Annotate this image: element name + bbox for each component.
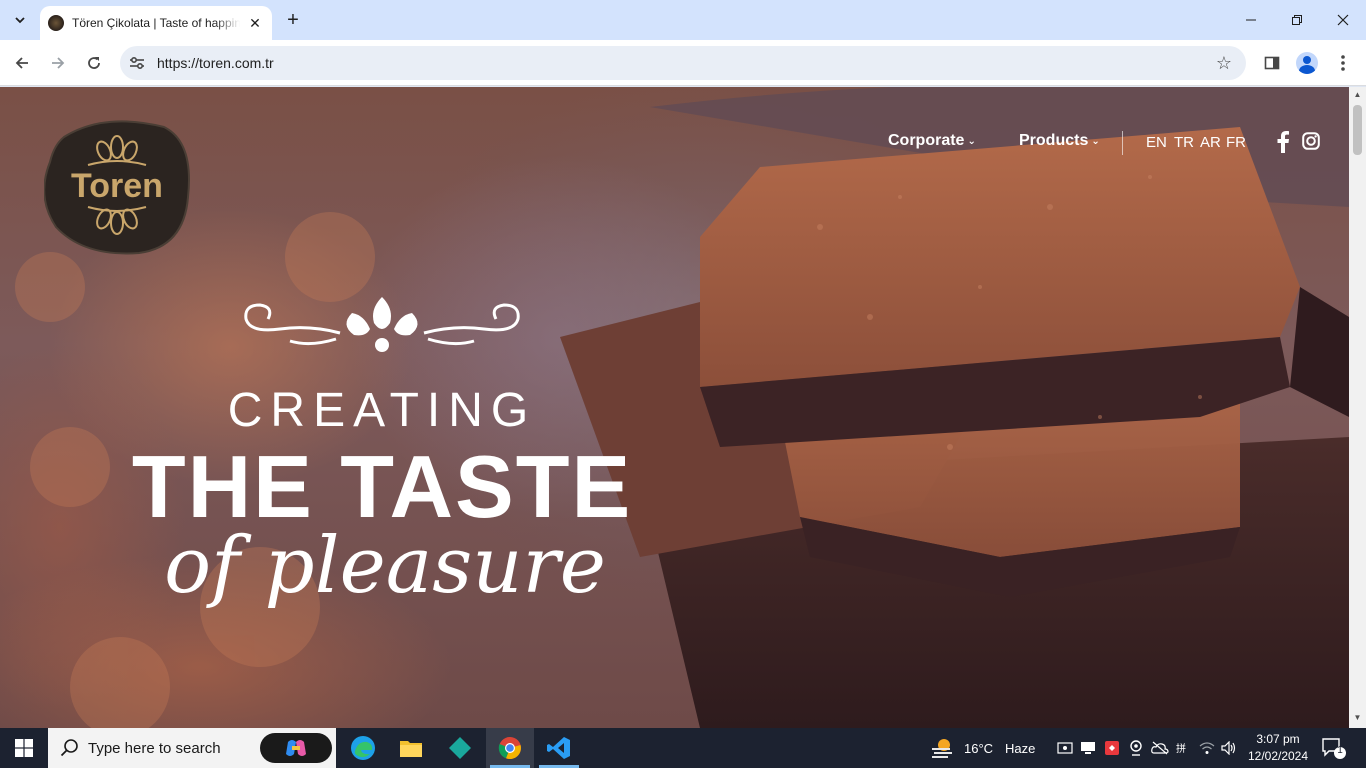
hero-line-the-taste: THE TASTE — [131, 437, 633, 536]
weather-text: Haze — [1005, 740, 1036, 756]
windows-logo-icon — [15, 739, 33, 757]
side-panel-icon — [1264, 56, 1280, 70]
copilot-button[interactable] — [260, 733, 332, 763]
tab-close-icon[interactable]: ✕ — [246, 14, 264, 32]
lang-fr[interactable]: FR — [1226, 134, 1246, 151]
system-clock[interactable]: 3:07 pm 12/02/2024 — [1240, 731, 1316, 765]
menu-button[interactable] — [1330, 50, 1356, 76]
scrollbar-thumb[interactable] — [1353, 105, 1362, 155]
edge-icon — [351, 736, 375, 760]
browser-toolbar: https://toren.com.tr ☆ — [0, 40, 1366, 86]
instagram-icon[interactable] — [1302, 132, 1320, 150]
site-info-icon[interactable] — [128, 54, 146, 72]
tab-search-button[interactable] — [8, 8, 32, 32]
svg-text:拼: 拼 — [1176, 742, 1186, 755]
onedrive-off-icon[interactable] — [1148, 741, 1172, 755]
chevron-down-icon — [15, 17, 25, 24]
nav-corporate[interactable]: Corporate ⌄ — [888, 132, 976, 150]
webcam-icon[interactable] — [1124, 740, 1148, 756]
nav-products[interactable]: Products ⌄ — [1019, 132, 1100, 150]
arrow-right-icon — [52, 57, 65, 69]
reload-button[interactable] — [80, 49, 108, 77]
input-method-icon[interactable]: 拼 — [1172, 741, 1196, 755]
profile-button[interactable] — [1294, 50, 1320, 76]
taskbar-chrome[interactable] — [486, 728, 534, 768]
back-button[interactable] — [8, 49, 36, 77]
forward-button[interactable] — [44, 49, 72, 77]
taskbar-vscode[interactable] — [535, 728, 583, 768]
nav-divider — [1122, 131, 1123, 155]
search-placeholder: Type here to search — [88, 739, 221, 757]
close-window-button[interactable] — [1320, 0, 1366, 40]
taskbar-edge[interactable] — [339, 728, 387, 768]
weather-widget[interactable]: 16°C Haze — [930, 728, 1035, 768]
site-favicon-icon — [48, 15, 64, 31]
chrome-icon — [498, 737, 521, 760]
close-icon — [1337, 14, 1349, 26]
toren-logo[interactable]: Toren — [44, 117, 190, 255]
profile-avatar-icon — [1296, 52, 1318, 74]
side-panel-button[interactable] — [1259, 50, 1285, 76]
wifi-icon[interactable] — [1196, 741, 1218, 755]
reload-icon — [88, 57, 100, 69]
more-vert-icon — [1341, 55, 1345, 71]
url-text[interactable]: https://toren.com.tr — [157, 55, 274, 71]
windows-taskbar: Type here to search 16°C Haze 拼 3:07 pm … — [0, 728, 1366, 768]
scroll-down-icon[interactable]: ▼ — [1353, 713, 1362, 722]
minimize-button[interactable] — [1228, 0, 1274, 40]
arrow-left-icon — [15, 57, 28, 69]
vscode-icon — [547, 737, 570, 759]
taskbar-app-diamond[interactable] — [436, 728, 484, 768]
meet-now-icon[interactable] — [1054, 741, 1076, 755]
hero-line-creating: CREATING — [227, 384, 537, 437]
minimize-icon — [1246, 19, 1256, 21]
nav-corporate-label: Corporate — [888, 132, 965, 149]
weather-temp: 16°C — [964, 740, 994, 756]
chevron-down-icon: ⌄ — [967, 136, 976, 147]
taskbar-file-explorer[interactable] — [387, 728, 435, 768]
notification-count: 1 — [1337, 745, 1343, 756]
address-bar[interactable]: https://toren.com.tr ☆ — [120, 46, 1246, 80]
new-tab-button[interactable]: + — [282, 8, 304, 32]
hero-ornament-icon — [244, 297, 520, 352]
search-icon — [60, 739, 78, 757]
bookmark-star-icon[interactable]: ☆ — [1216, 53, 1232, 74]
facebook-icon[interactable] — [1276, 131, 1290, 153]
chevron-down-icon: ⌄ — [1091, 136, 1100, 147]
tab-title: Tören Çikolata | Taste of happiness — [72, 16, 240, 30]
diamond-app-icon — [449, 737, 471, 759]
page-scrollbar[interactable]: ▲ ▼ — [1349, 87, 1366, 728]
nav-products-label: Products — [1019, 132, 1089, 149]
volume-icon[interactable] — [1218, 741, 1240, 755]
lang-en[interactable]: EN — [1146, 134, 1167, 151]
browser-tab[interactable]: Tören Çikolata | Taste of happiness ✕ — [40, 6, 272, 40]
haze-weather-icon — [932, 739, 952, 758]
clock-time: 3:07 pm — [1256, 732, 1300, 746]
clock-date: 12/02/2024 — [1247, 749, 1309, 763]
taskbar-search-box[interactable]: Type here to search — [48, 728, 336, 768]
lang-tr[interactable]: TR — [1174, 134, 1194, 151]
restore-icon — [1292, 15, 1302, 25]
page-viewport: Toren Corporate ⌄ Products ⌄ EN TR AR FR C… — [0, 87, 1349, 728]
system-tray-icons: 拼 — [1054, 728, 1240, 768]
tab-strip: Tören Çikolata | Taste of happiness ✕ + — [0, 0, 1366, 40]
copilot-icon — [286, 740, 306, 756]
display-icon[interactable] — [1076, 741, 1100, 755]
hero-line-of-pleasure: of pleasure — [164, 521, 606, 611]
lang-ar[interactable]: AR — [1200, 134, 1221, 151]
scroll-up-icon[interactable]: ▲ — [1353, 90, 1362, 99]
restore-button[interactable] — [1274, 0, 1320, 40]
logo-wordmark: Toren — [71, 167, 163, 205]
folder-icon — [400, 741, 422, 757]
start-button[interactable] — [0, 728, 48, 768]
anydesk-icon[interactable] — [1100, 740, 1124, 756]
notification-center-button[interactable]: 1 — [1320, 736, 1346, 760]
